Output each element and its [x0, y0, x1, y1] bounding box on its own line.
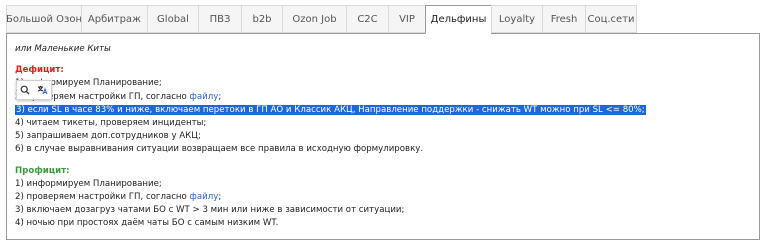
tab-c2c[interactable]: C2C	[346, 5, 388, 33]
deficit-item-2: 2) проверяем настройки ГП, согласно файл…	[15, 91, 751, 104]
tab-bar: Большой Озон Арбитраж Global ПВЗ b2b Ozo…	[6, 5, 637, 34]
tab-loyalty[interactable]: Loyalty	[491, 5, 542, 33]
tab-vip[interactable]: VIP	[388, 5, 425, 33]
tab-b2b[interactable]: b2b	[241, 5, 282, 33]
tab-ozon-job[interactable]: Ozon Job	[282, 5, 346, 33]
deficit-item-3-selected-text: 3) если SL в часе 83% и ниже, включаем п…	[15, 104, 646, 115]
profit-file-link[interactable]: файлу	[190, 192, 219, 202]
tab-bolshoy-ozon[interactable]: Большой Озон	[6, 5, 82, 33]
profit-item-2-text: 2) проверяем настройки ГП, согласно	[15, 191, 190, 202]
profit-item-2: 2) проверяем настройки ГП, согласно файл…	[15, 191, 751, 204]
deficit-file-link[interactable]: файлу	[190, 92, 219, 102]
translate-icon[interactable]	[37, 85, 48, 95]
tab-dolphins[interactable]: Дельфины	[425, 5, 491, 34]
tab-pvz[interactable]: ПВЗ	[198, 5, 241, 33]
deficit-item-6: 6) в случае выравнивания ситуации возвра…	[15, 144, 424, 155]
intro-text: или Маленькие Киты	[15, 44, 111, 54]
tab-global[interactable]: Global	[147, 5, 198, 33]
deficit-heading: Дефицит:	[15, 65, 64, 76]
profit-item-4: 4) ночью при простоях даём чаты БО с сам…	[15, 218, 279, 229]
tab-content-panel: или Маленькие Киты Дефицит: 1) информиру…	[6, 33, 760, 240]
deficit-item-2-end: ;	[218, 91, 222, 102]
profit-heading: Профицит:	[15, 165, 70, 176]
tab-arbitrage[interactable]: Арбитраж	[81, 5, 147, 33]
deficit-item-4: 4) читаем тикеты, проверяем инциденты;	[15, 117, 207, 128]
search-icon[interactable]	[20, 85, 30, 95]
profit-item-1: 1) информируем Планирование;	[15, 178, 162, 189]
profit-item-2-end: ;	[218, 191, 222, 202]
deficit-item-3: 3) если SL в часе 83% и ниже, включаем п…	[15, 104, 751, 117]
tab-social[interactable]: Соц.сети	[585, 5, 637, 33]
deficit-item-5: 5) запрашиваем доп.сотрудников у АКЦ;	[15, 131, 201, 142]
selection-mini-toolbar	[16, 80, 52, 100]
tab-fresh[interactable]: Fresh	[542, 5, 585, 33]
deficit-item-1: 1) информируем Планирование;	[15, 78, 162, 89]
content-body: или Маленькие Киты Дефицит: 1) информиру…	[15, 43, 751, 230]
profit-item-3: 3) включаем дозагруз чатами БО с WT > 3 …	[15, 205, 405, 216]
